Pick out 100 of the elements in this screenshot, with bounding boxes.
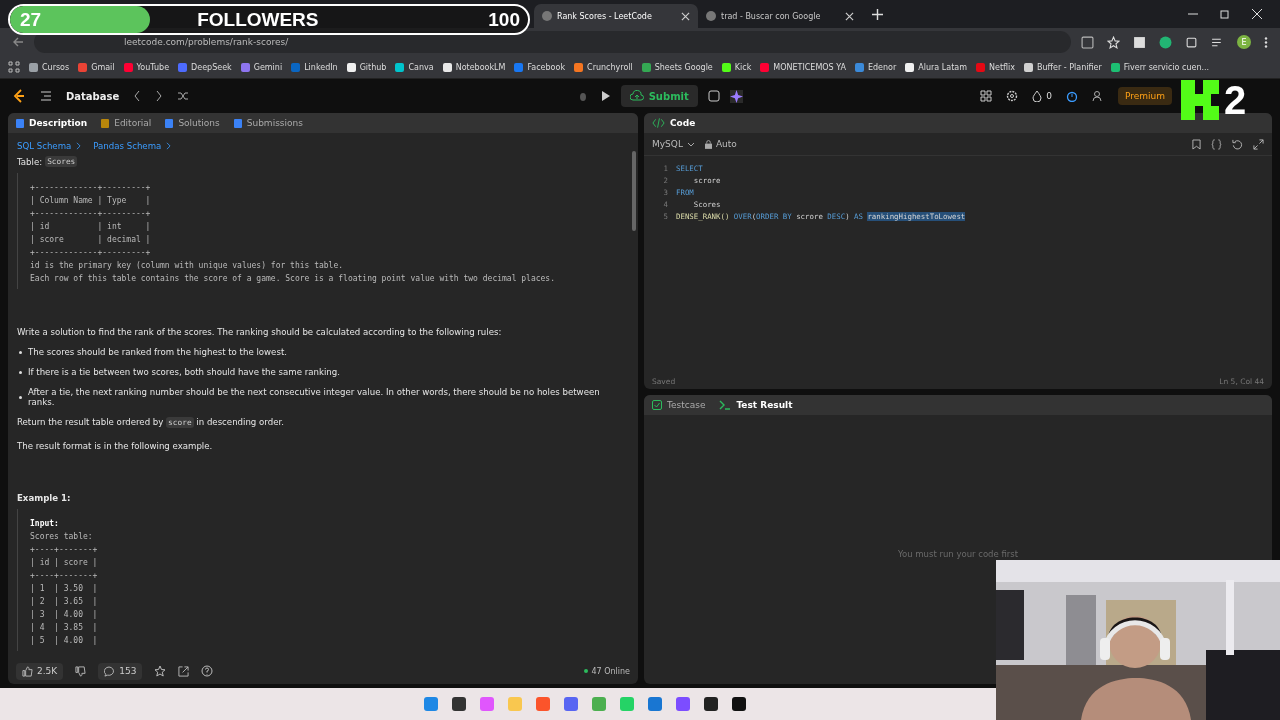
- layout-icon[interactable]: [980, 90, 993, 102]
- bookmark-icon[interactable]: [1192, 138, 1201, 150]
- lock-icon: [704, 139, 712, 149]
- list-icon[interactable]: [40, 90, 52, 102]
- new-tab-icon[interactable]: [872, 8, 883, 20]
- return-text: Return the result table ordered by: [17, 417, 164, 427]
- tab-icon: [16, 118, 24, 128]
- bookmark[interactable]: Crunchyroll: [574, 62, 633, 72]
- timer-icon[interactable]: [1065, 90, 1078, 102]
- close-icon[interactable]: [845, 11, 854, 21]
- close-icon[interactable]: [1252, 9, 1262, 19]
- bookmark[interactable]: LinkedIn: [291, 62, 338, 72]
- schema-line: +-------------+---------+: [30, 247, 152, 259]
- upload-icon: [629, 90, 644, 102]
- browser-tab[interactable]: trad - Buscar con Google: [698, 4, 862, 28]
- restore-icon[interactable]: [1220, 9, 1230, 19]
- bookmark[interactable]: YouTube: [123, 62, 170, 72]
- next-icon[interactable]: [155, 90, 164, 102]
- menu-icon[interactable]: [1264, 35, 1268, 49]
- table-label: Table:: [17, 156, 43, 167]
- problem-statement: Write a solution to find the rank of the scores. The ranking should be calculated according to the following rules:: [17, 327, 503, 337]
- bookmark[interactable]: Facebook: [514, 62, 566, 72]
- bookmark[interactable]: Gemini: [240, 62, 283, 72]
- problem-list-link[interactable]: Database: [66, 90, 120, 102]
- online-count: 47 Online: [584, 666, 630, 676]
- close-icon[interactable]: [681, 11, 690, 21]
- bookmark[interactable]: Gmail: [78, 62, 115, 72]
- bookmark[interactable]: Netflix: [976, 62, 1016, 72]
- example-line: | 1 | 3.50 |: [30, 583, 99, 595]
- browser-tab[interactable]: Rank Scores - LeetCode: [534, 4, 698, 28]
- taskbar-app-icon[interactable]: [704, 697, 718, 711]
- address-bar[interactable]: leetcode.com/problems/rank-scores/: [34, 31, 1071, 53]
- empty-result-message: You must run your code first: [897, 548, 1019, 559]
- bullet-icon: [19, 350, 22, 354]
- goal-label: FOLLOWERS: [197, 8, 319, 31]
- add-friend-icon[interactable]: [1091, 90, 1104, 102]
- panel-tab[interactable]: Description: [16, 118, 88, 128]
- bookmark[interactable]: Buffer - Planifier: [1024, 62, 1102, 72]
- taskbar-app-icon[interactable]: [732, 697, 746, 711]
- panel-tab[interactable]: Solutions: [165, 118, 220, 128]
- panel-tab[interactable]: Editorial: [101, 118, 152, 128]
- example-line: | 2 | 3.65 |: [30, 596, 99, 608]
- like-button[interactable]: 2.5K: [16, 662, 64, 680]
- bullet-icon: [19, 370, 22, 374]
- schema-link[interactable]: Pandas Schema: [93, 141, 172, 151]
- bookmark[interactable]: Sheets Google: [641, 62, 713, 72]
- premium-button[interactable]: Premium: [1117, 87, 1172, 105]
- format-text: The result format is in the following example.: [17, 441, 214, 451]
- bookmark[interactable]: Canva: [395, 62, 434, 72]
- back-icon[interactable]: [12, 36, 24, 48]
- star-icon[interactable]: [1107, 35, 1120, 49]
- leetcode-logo-icon[interactable]: [12, 89, 26, 103]
- auto-mode-toggle[interactable]: Auto: [704, 139, 737, 149]
- bookmark[interactable]: MONETICEMOS YA: [760, 62, 846, 72]
- sparkle-icon[interactable]: [729, 89, 743, 103]
- taskbar-app-icon[interactable]: [452, 697, 466, 711]
- note-icon[interactable]: [707, 90, 720, 102]
- previous-icon[interactable]: [133, 90, 142, 102]
- terminal-icon: [719, 400, 732, 410]
- example-line: Scores table:: [30, 531, 94, 543]
- expand-icon[interactable]: [1253, 138, 1264, 150]
- example-line: +----+-------+: [30, 544, 99, 556]
- bookmark[interactable]: Cursos: [29, 62, 70, 72]
- share-icon[interactable]: [178, 665, 190, 677]
- shuffle-icon[interactable]: [177, 90, 190, 102]
- format-icon[interactable]: [1211, 138, 1222, 150]
- apps-icon[interactable]: [8, 61, 20, 73]
- bookmark[interactable]: NotebookLM: [442, 62, 506, 72]
- bookmark[interactable]: Edenor: [854, 62, 897, 72]
- star-icon[interactable]: [154, 665, 167, 677]
- flame-icon[interactable]: [1032, 90, 1043, 102]
- settings-icon[interactable]: [1006, 90, 1019, 102]
- bookmark[interactable]: DeepSeek: [178, 62, 232, 72]
- schema-link[interactable]: SQL Schema: [17, 141, 82, 151]
- panel-tab[interactable]: Testcase: [652, 400, 706, 410]
- schema-line: Each row of this table contains the score of a game. Score is a floating point value with two decimal places.: [30, 273, 556, 285]
- bookmark[interactable]: Github: [346, 62, 387, 72]
- example-label: Input:: [30, 518, 60, 530]
- bookmark[interactable]: Alura Latam: [905, 62, 967, 72]
- checkbox-icon: [652, 400, 662, 410]
- language-dropdown[interactable]: MySQL: [652, 139, 695, 149]
- goal-target: 100: [488, 8, 520, 31]
- stream-logo-number: 2: [1224, 80, 1247, 120]
- submit-button[interactable]: Submit: [620, 85, 698, 107]
- chevron-right-icon: [166, 142, 172, 150]
- tab-icon: [101, 118, 110, 128]
- dislike-icon[interactable]: [75, 665, 87, 677]
- return-text: in descending order.: [196, 417, 284, 427]
- streak-count: 0: [1046, 91, 1052, 101]
- panel-tab[interactable]: Test Result: [719, 400, 793, 410]
- bookmark[interactable]: Kick: [721, 62, 752, 72]
- schema-line: +-------------+---------+: [30, 208, 152, 220]
- help-icon[interactable]: [201, 665, 214, 677]
- bookmark[interactable]: Fiverr servicio cuen...: [1110, 62, 1210, 72]
- reset-icon[interactable]: [1232, 138, 1243, 150]
- comments-button[interactable]: 153: [98, 662, 143, 680]
- example-line: | 5 | 4.00 |: [30, 635, 99, 647]
- comment-icon: [104, 665, 116, 677]
- panel-tab[interactable]: Submissions: [233, 118, 303, 128]
- code-panel-title: Code: [652, 118, 696, 128]
